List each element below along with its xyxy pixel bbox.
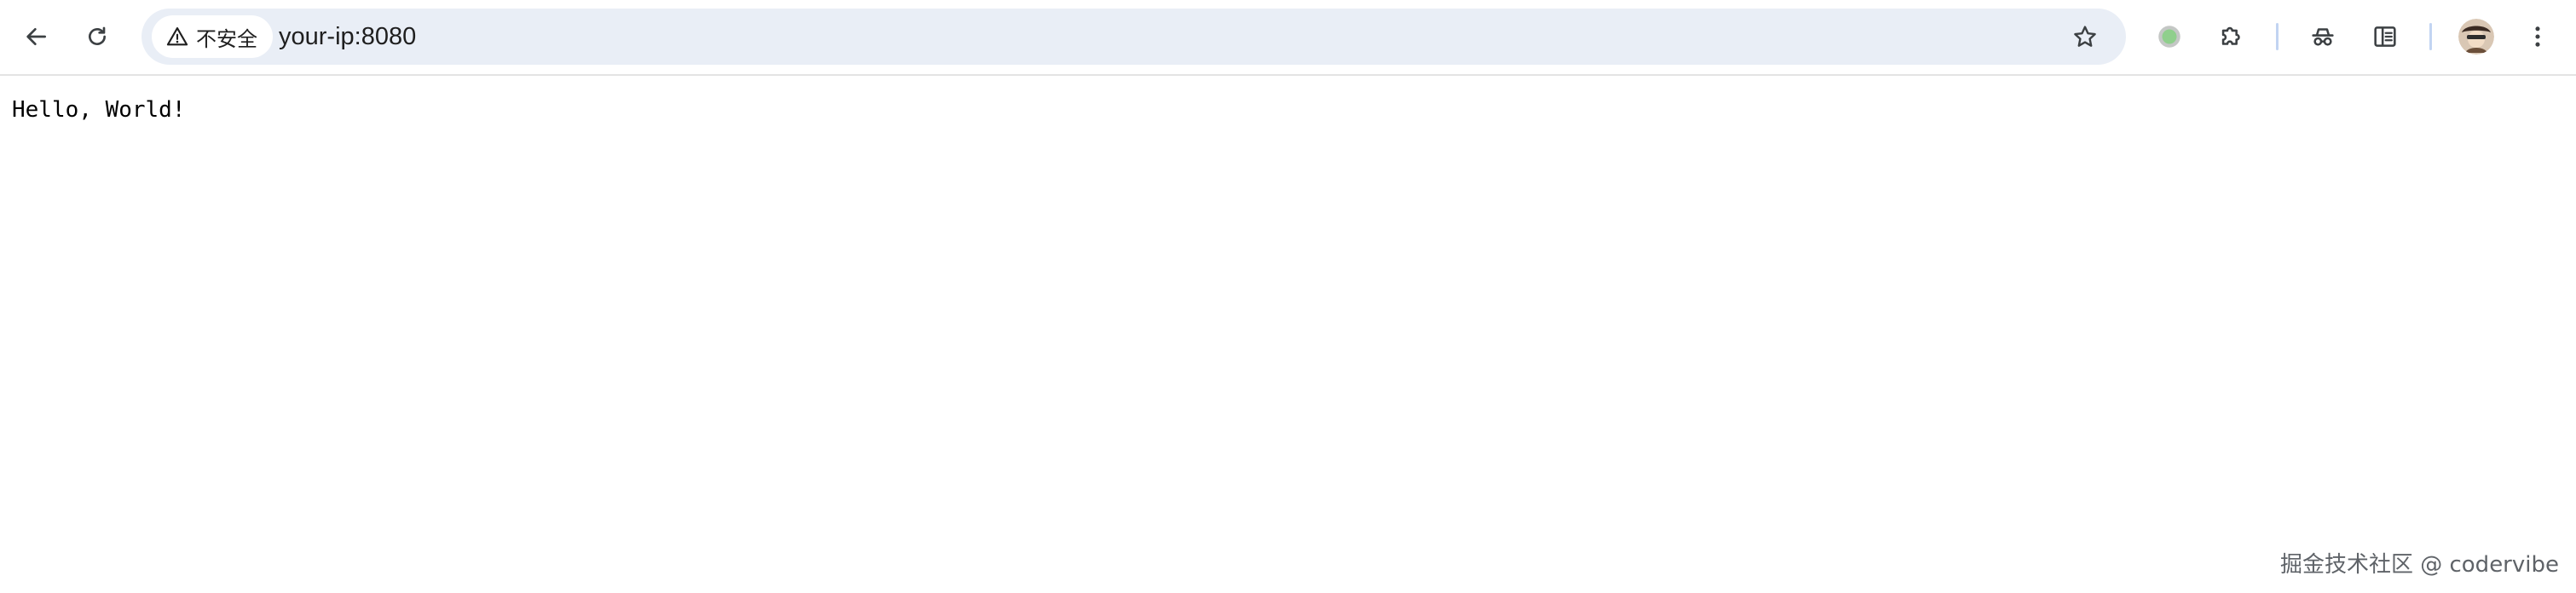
puzzle-icon [2221,26,2240,45]
address-bar[interactable]: 不安全 your-ip:8080 [142,9,2126,65]
spy-icon [2312,28,2334,46]
reload-icon [89,26,106,45]
watermark: 掘金技术社区 @ codervibe [2279,552,2559,578]
browser-toolbar: 不安全 your-ip:8080 [0,0,2576,76]
reading-list-button[interactable] [2365,16,2406,57]
security-indicator[interactable]: 不安全 [152,15,273,58]
kebab-menu-icon [2535,26,2540,47]
reading-list-icon [2374,26,2396,47]
star-icon [2074,26,2096,47]
extensions-button[interactable] [2211,16,2252,57]
toolbar-divider [2276,23,2279,50]
reload-button[interactable] [73,13,121,60]
green-circle-icon [2158,26,2180,48]
extension-status-button[interactable] [2149,16,2190,57]
page-body-text: Hello, World! [12,97,186,123]
back-arrow-icon [26,28,46,45]
profile-avatar-image [2458,19,2494,55]
incognito-button[interactable] [2302,16,2343,57]
menu-button[interactable] [2517,16,2558,57]
warning-icon [166,27,188,46]
bookmark-button[interactable] [2065,16,2105,57]
security-label: 不安全 [196,26,257,51]
url-text[interactable]: your-ip:8080 [279,21,416,52]
back-button[interactable] [12,13,60,60]
toolbar-divider [2429,23,2432,50]
avatar[interactable] [2458,19,2494,55]
